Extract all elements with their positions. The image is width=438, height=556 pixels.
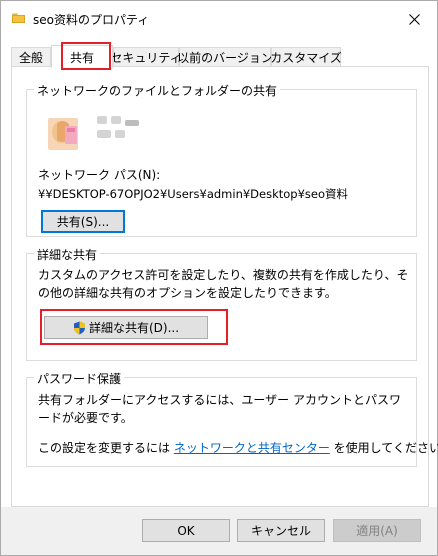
password-change-prefix: この設定を変更するには <box>38 441 174 455</box>
tab-general[interactable]: 全般 <box>11 47 51 67</box>
network-path-label: ネットワーク パス(N): <box>38 168 161 182</box>
folder-thumbnail-icon <box>48 118 78 150</box>
dialog-footer: OK キャンセル 適用(A) <box>1 507 437 555</box>
tab-strip: 全般 共有 セキュリティ 以前のバージョン カスタマイズ <box>11 45 429 68</box>
tab-security[interactable]: セキュリティ <box>110 47 182 67</box>
blurred-sharing-info <box>97 116 147 140</box>
shield-icon <box>73 321 85 334</box>
tab-previous-versions[interactable]: 以前のバージョン <box>177 47 273 67</box>
apply-button[interactable]: 適用(A) <box>333 519 421 542</box>
network-path-value: ¥¥DESKTOP-67OPJO2¥Users¥admin¥Desktop¥se… <box>38 187 349 201</box>
tab-customize[interactable]: カスタマイズ <box>270 47 342 67</box>
network-sharing-center-link[interactable]: ネットワークと共有センター <box>174 441 330 455</box>
advanced-sharing-button[interactable]: 詳細な共有(D)... <box>44 316 208 339</box>
password-protection-legend: パスワード保護 <box>34 370 125 387</box>
close-button[interactable] <box>391 1 437 37</box>
advanced-sharing-group: 詳細な共有 カスタムのアクセス許可を設定したり、複数の共有を作成したり、その他の… <box>26 246 417 361</box>
tab-sharing[interactable]: 共有 <box>51 45 113 68</box>
advanced-sharing-description: カスタムのアクセス許可を設定したり、複数の共有を作成したり、その他の詳細な共有の… <box>38 268 409 300</box>
properties-window: seo资料のプロパティ 全般 共有 セキュリティ 以前のバージョン カスタマイズ… <box>0 0 438 556</box>
title-bar: seo资料のプロパティ <box>1 1 437 37</box>
advanced-sharing-legend: 詳細な共有 <box>34 246 101 263</box>
password-protection-group: パスワード保護 共有フォルダーにアクセスするには、ユーザー アカウントとパスワー… <box>26 370 438 467</box>
password-change-text: この設定を変更するには ネットワークと共有センター を使用してください。 <box>38 439 438 456</box>
network-sharing-group: ネットワークのファイルとフォルダーの共有 ネットワーク パス(N): ¥¥DES… <box>26 82 417 237</box>
network-sharing-legend: ネットワークのファイルとフォルダーの共有 <box>34 82 281 99</box>
ok-button[interactable]: OK <box>142 519 230 542</box>
close-icon <box>408 13 420 25</box>
cancel-button[interactable]: キャンセル <box>237 519 325 542</box>
advanced-sharing-button-label: 詳細な共有(D)... <box>88 321 180 335</box>
window-title: seo资料のプロパティ <box>33 13 150 27</box>
password-protection-description: 共有フォルダーにアクセスするには、ユーザー アカウントとパスワードが必要です。 <box>38 393 401 425</box>
tab-content: ネットワークのファイルとフォルダーの共有 ネットワーク パス(N): ¥¥DES… <box>11 66 438 507</box>
password-change-suffix: を使用してください。 <box>333 441 438 455</box>
folder-icon <box>12 13 25 23</box>
share-button[interactable]: 共有(S)... <box>41 210 125 233</box>
